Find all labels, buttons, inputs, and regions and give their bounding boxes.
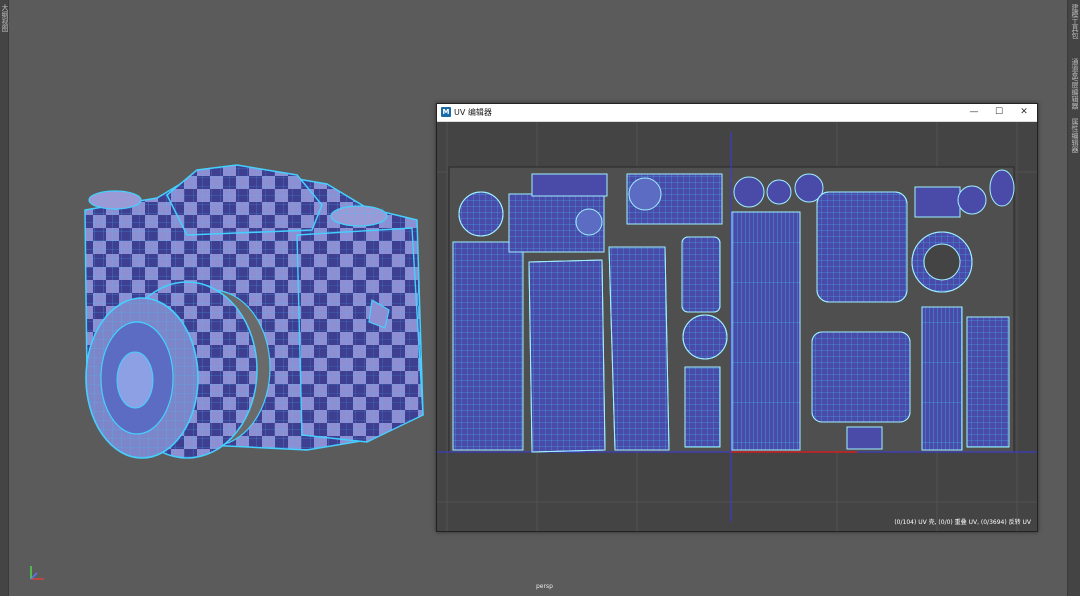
axis-gizmo-icon [30, 566, 44, 580]
uv-layout[interactable] [437, 122, 1037, 531]
outliner-panel-strip[interactable]: 大纲视图 [0, 0, 9, 596]
camera-name-label: persp [536, 583, 553, 590]
modeling-toolkit-tab[interactable]: 建模工具包 [1070, 4, 1080, 39]
uv-editor-title: UV 编辑器 [454, 108, 492, 117]
maya-app-icon: M [441, 107, 451, 117]
minimize-button[interactable]: — [967, 106, 981, 119]
uv-status-text: (0/104) UV 壳, (0/0) 重叠 UV, (0/3694) 反转 U… [894, 519, 1031, 526]
close-button[interactable]: ✕ [1017, 106, 1031, 119]
attribute-editor-tab[interactable]: 属性编辑器 [1070, 118, 1080, 153]
uv-editor-canvas[interactable]: (0/104) UV 壳, (0/0) 重叠 UV, (0/3694) 反转 U… [437, 122, 1037, 531]
maximize-button[interactable]: ☐ [992, 106, 1006, 119]
camera-model[interactable] [67, 150, 437, 480]
uv-editor-titlebar[interactable]: M UV 编辑器 — ☐ ✕ [437, 104, 1037, 122]
uv-editor-window[interactable]: M UV 编辑器 — ☐ ✕ (0/104) UV 壳, (0/0) 重叠 UV… [436, 103, 1038, 532]
right-panel-strip[interactable]: 建模工具包 通道盒/层编辑器 属性编辑器 [1067, 0, 1080, 596]
channel-box-tab[interactable]: 通道盒/层编辑器 [1070, 58, 1080, 109]
